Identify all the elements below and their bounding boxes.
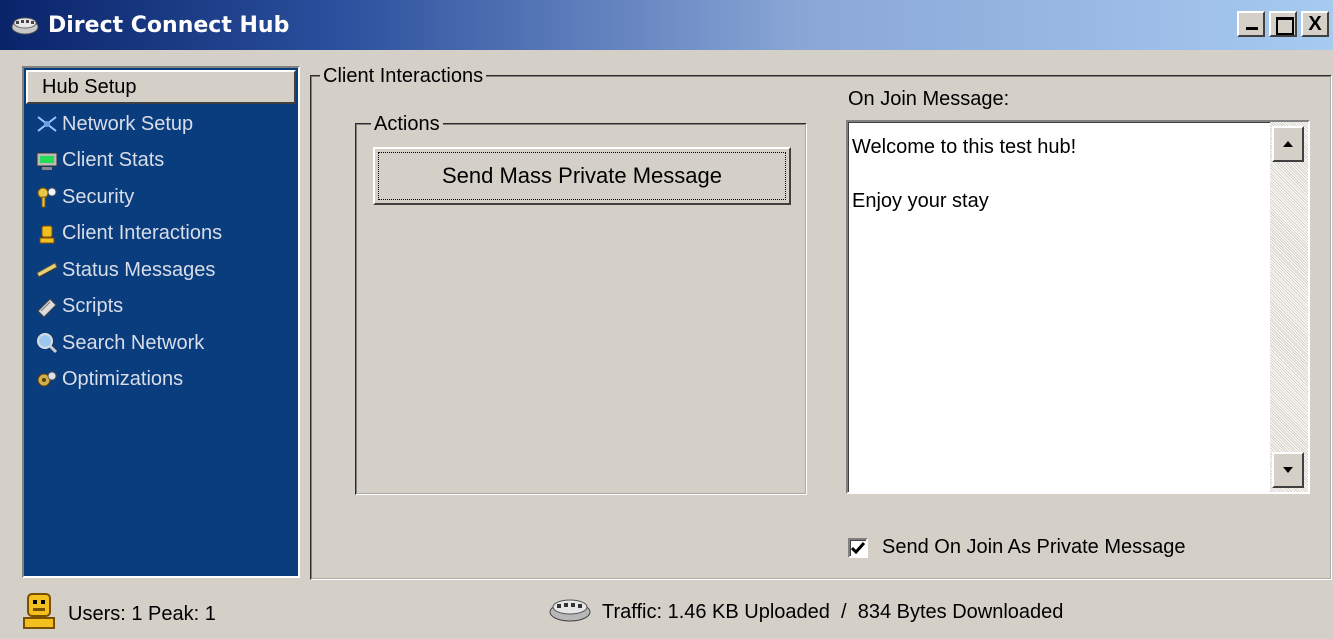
close-button[interactable]: X <box>1301 11 1329 37</box>
arrow-down-icon <box>1283 467 1293 473</box>
sidebar-item-search-network[interactable]: Search Network <box>24 325 298 362</box>
network-icon <box>34 112 60 136</box>
arrow-up-icon <box>1283 141 1293 147</box>
close-icon: X <box>1308 13 1322 35</box>
user-icon <box>34 222 60 246</box>
traffic-text: Traffic: 1.46 KB Uploaded / 834 Bytes Do… <box>602 600 1064 623</box>
monitor-icon <box>34 149 60 173</box>
script-icon <box>34 295 60 319</box>
sidebar-group-label: Hub Setup <box>42 75 137 98</box>
checkmark-icon <box>851 541 865 554</box>
hub-icon <box>548 594 592 630</box>
users-text: Users: 1 Peak: 1 <box>68 602 216 625</box>
minimize-button[interactable] <box>1237 11 1265 37</box>
sidebar-item-client-interactions[interactable]: Client Interactions <box>24 216 298 253</box>
traffic-status: Traffic: 1.46 KB Uploaded / 834 Bytes Do… <box>548 594 1063 630</box>
actions-title: Actions <box>371 112 443 136</box>
on-join-message-textarea[interactable]: Welcome to this test hub! Enjoy your sta… <box>846 120 1310 494</box>
sidebar-item-label: Status Messages <box>62 258 216 281</box>
scroll-up-button[interactable] <box>1272 126 1304 162</box>
window-title: Direct Connect Hub <box>48 12 290 38</box>
sidebar-item-label: Client Interactions <box>62 222 223 245</box>
sidebar-item-scripts[interactable]: Scripts <box>24 289 298 326</box>
keys-icon <box>34 185 60 209</box>
send-on-join-as-pm-row[interactable]: Send On Join As Private Message <box>848 536 1186 559</box>
sidebar-item-label: Client Stats <box>62 149 165 172</box>
on-join-message-text[interactable]: Welcome to this test hub! Enjoy your sta… <box>852 134 1266 215</box>
vertical-scrollbar[interactable] <box>1270 122 1308 492</box>
sidebar-item-label: Search Network <box>62 331 205 354</box>
send-on-join-as-pm-checkbox[interactable] <box>848 537 868 558</box>
sidebar-item-status-messages[interactable]: Status Messages <box>24 252 298 289</box>
hub-icon <box>10 10 44 40</box>
users-icon <box>22 592 56 636</box>
sidebar: Hub Setup Network Setup Client Stats Sec… <box>22 66 300 578</box>
send-on-join-as-pm-label: Send On Join As Private Message <box>882 536 1186 558</box>
sidebar-item-network-setup[interactable]: Network Setup <box>24 106 298 143</box>
maximize-button[interactable] <box>1269 11 1297 37</box>
users-status: Users: 1 Peak: 1 <box>22 592 216 636</box>
sidebar-item-security[interactable]: Security <box>24 179 298 216</box>
messages-icon <box>34 258 60 282</box>
send-mass-private-message-button[interactable]: Send Mass Private Message <box>373 147 791 205</box>
on-join-label: On Join Message: <box>848 88 1010 110</box>
sidebar-item-label: Optimizations <box>62 368 184 391</box>
status-bar: Users: 1 Peak: 1 Traffic: 1.46 KB Upload… <box>0 584 1333 639</box>
sidebar-item-optimizations[interactable]: Optimizations <box>24 362 298 399</box>
optimize-icon <box>34 368 60 392</box>
search-icon <box>34 331 60 355</box>
sidebar-item-client-stats[interactable]: Client Stats <box>24 143 298 180</box>
group-title: Client Interactions <box>320 64 487 88</box>
sidebar-item-label: Network Setup <box>62 112 194 135</box>
sidebar-group-hub-setup[interactable]: Hub Setup <box>26 70 296 104</box>
title-bar: Direct Connect Hub X <box>0 0 1333 50</box>
sidebar-item-label: Security <box>62 185 135 208</box>
scroll-down-button[interactable] <box>1272 452 1304 488</box>
sidebar-item-label: Scripts <box>62 295 124 318</box>
